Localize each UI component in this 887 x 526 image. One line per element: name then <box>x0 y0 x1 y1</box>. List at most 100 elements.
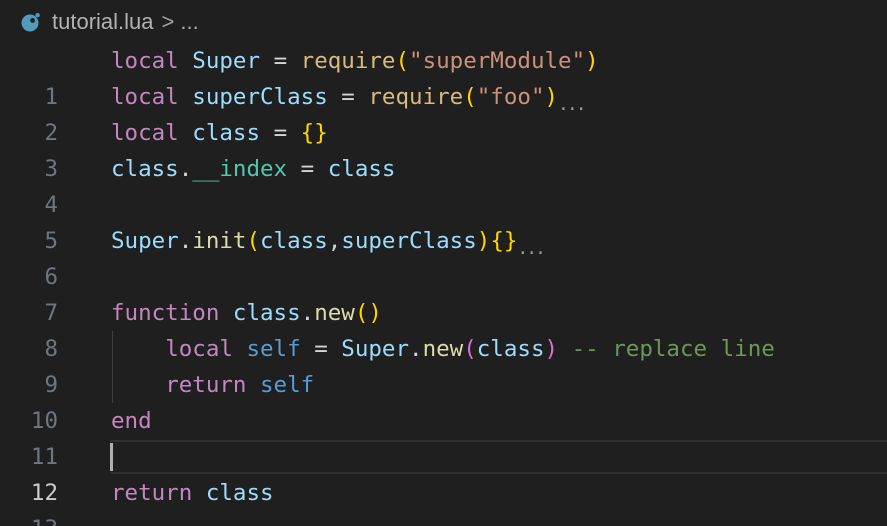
line-content[interactable]: function class.new() <box>111 295 382 331</box>
code-line-12[interactable]: 12 <box>0 439 887 506</box>
token-variable: superClass <box>341 228 477 254</box>
inline-hint-ellipsis[interactable]: ... <box>558 94 586 115</box>
token-keyword: return <box>111 480 193 506</box>
token-bracket: ) <box>585 48 599 74</box>
code-line-5[interactable]: 5 <box>0 187 887 254</box>
code-line-4[interactable]: 4 class.__index = class <box>0 151 887 218</box>
code-line-13[interactable]: 13 return class <box>0 475 887 526</box>
token-keyword: local <box>111 48 179 74</box>
token-string: "foo" <box>476 84 545 110</box>
token-operator: = <box>314 336 328 362</box>
line-content[interactable]: local Super = require("superModule") <box>111 43 599 79</box>
token-bracket: ( <box>246 228 261 254</box>
code-line-3[interactable]: 3 local class = {} <box>0 115 887 182</box>
token-string: "superModule" <box>409 48 586 74</box>
inline-hint-ellipsis[interactable]: ... <box>517 238 545 259</box>
token-function: new <box>422 336 464 362</box>
token-bracket: ) <box>544 336 559 362</box>
line-content[interactable]: return self <box>111 367 314 403</box>
token-variable: class <box>260 228 328 254</box>
token-function: require <box>368 84 464 110</box>
line-content[interactable]: local class = {} <box>111 115 328 151</box>
token-function: require <box>300 48 396 74</box>
code-line-11[interactable]: 11 end <box>0 403 887 470</box>
token-bracket: ( <box>463 84 477 110</box>
code-editor[interactable]: 1 local Super = require("superModule") 2… <box>0 43 887 526</box>
token-bracket: ) <box>544 84 559 110</box>
token-bracket: ( <box>395 48 410 74</box>
token-operator: . <box>300 300 315 326</box>
token-keyword: local <box>165 336 233 362</box>
line-number: 13 <box>0 511 58 526</box>
token-self: self <box>260 372 315 398</box>
code-line-6[interactable]: 6 Super.init(class,superClass){}... <box>0 223 887 290</box>
chevron-right-icon: > <box>161 9 175 34</box>
token-operator: = <box>341 84 355 110</box>
token-operator: = <box>300 156 315 182</box>
token-keyword: end <box>111 408 152 434</box>
token-keyword: local <box>111 120 179 146</box>
token-keyword: return <box>165 372 247 398</box>
token-variable: class <box>476 336 545 362</box>
line-content[interactable]: class.__index = class <box>111 151 395 187</box>
code-line-1[interactable]: 1 local Super = require("superModule") <box>0 43 887 110</box>
token-variable: class <box>327 156 396 182</box>
code-line-9[interactable]: 9 local self = Super.new(class) -- repla… <box>0 331 887 398</box>
breadcrumb-file[interactable]: tutorial.lua <box>52 9 154 35</box>
code-line-7[interactable]: 7 <box>0 259 887 326</box>
token-variable: class <box>232 300 301 326</box>
token-bracket: {} <box>490 228 518 254</box>
line-content[interactable]: end <box>111 403 152 439</box>
text-cursor <box>110 443 113 471</box>
code-line-10[interactable]: 10 return self <box>0 367 887 434</box>
token-bracket: () <box>354 300 382 326</box>
token-operator: . <box>409 336 423 362</box>
token-property: __index <box>192 156 288 182</box>
token-bracket: {} <box>300 120 328 146</box>
token-variable: Super <box>111 228 179 254</box>
token-bracket: ( <box>463 336 477 362</box>
breadcrumb-symbols[interactable]: ... <box>180 9 198 35</box>
token-function: new <box>314 300 355 326</box>
lua-file-icon <box>16 8 44 36</box>
token-variable: class <box>192 120 261 146</box>
breadcrumb: tutorial.lua > ... <box>0 0 887 44</box>
token-operator: . <box>178 156 193 182</box>
token-variable: class <box>205 480 274 506</box>
token-operator: = <box>273 120 288 146</box>
token-function: init <box>192 228 247 254</box>
token-self: self <box>246 336 301 362</box>
code-line-2[interactable]: 2 local superClass = require("foo")... <box>0 79 887 146</box>
token-variable: class <box>111 156 179 182</box>
token-keyword: local <box>111 84 179 110</box>
token-variable: superClass <box>192 84 328 110</box>
line-content[interactable]: return class <box>111 475 274 511</box>
token-bracket: ) <box>476 228 491 254</box>
token-operator: = <box>273 48 288 74</box>
line-content[interactable]: local self = Super.new(class) -- replace… <box>111 331 775 367</box>
token-variable: Super <box>341 336 410 362</box>
token-keyword: function <box>111 300 220 326</box>
code-line-8[interactable]: 8 function class.new() <box>0 295 887 362</box>
token-variable: Super <box>192 48 261 74</box>
token-operator: . <box>178 228 193 254</box>
token-operator: , <box>327 228 342 254</box>
